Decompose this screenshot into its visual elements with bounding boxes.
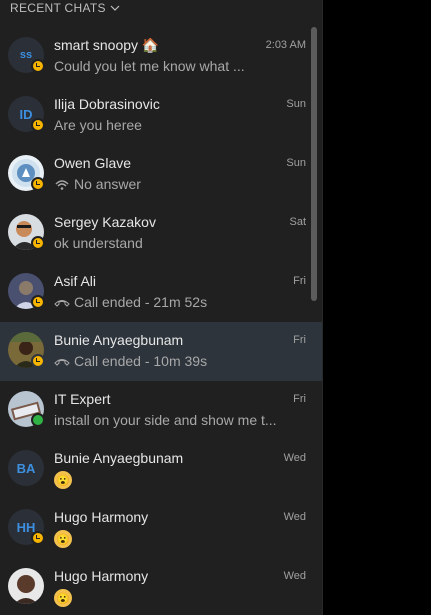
emoji-icon: 😮 xyxy=(54,471,72,489)
avatar xyxy=(8,391,45,427)
chat-preview-text: Are you heree xyxy=(54,117,142,133)
chat-preview: install on your side and show me t... xyxy=(54,412,294,428)
chat-preview: ok understand xyxy=(54,235,294,251)
avatar: BA xyxy=(8,450,44,486)
chat-preview: 😮 xyxy=(54,589,294,607)
chat-time: Wed xyxy=(283,570,306,582)
away-status-icon xyxy=(31,236,45,250)
chat-preview: Call ended - 21m 52s xyxy=(54,294,294,310)
chat-item[interactable]: HH Hugo Harmony Wed 😮 xyxy=(0,499,322,558)
chat-item[interactable]: ss smart snoopy 🏠 2:03 AM Could you let … xyxy=(0,27,322,86)
chat-item[interactable]: BA Bunie Anyaegbunam Wed 😮 xyxy=(0,440,322,499)
avatar xyxy=(8,155,45,191)
away-status-icon xyxy=(31,118,45,132)
chat-name: Ilija Dobrasinovic xyxy=(54,96,160,112)
chat-item-selected[interactable]: Bunie Anyaegbunam Fri Call ended - 10m 3… xyxy=(0,322,322,381)
call-ended-icon xyxy=(54,359,70,366)
chat-preview: 😮 xyxy=(54,530,294,548)
avatar xyxy=(8,332,45,368)
chat-list: ss smart snoopy 🏠 2:03 AM Could you let … xyxy=(0,27,322,615)
chat-item[interactable]: Hugo Harmony Wed 😮 xyxy=(0,558,322,615)
chat-time: Fri xyxy=(293,393,306,405)
avatar-photo xyxy=(8,568,44,604)
chat-preview-text: Call ended - 10m 39s xyxy=(74,353,208,369)
chat-name: IT Expert xyxy=(54,391,111,407)
chat-preview-text: install on your side and show me t... xyxy=(54,412,277,428)
empty-content-area xyxy=(323,0,431,615)
chat-time: Sat xyxy=(289,216,306,228)
away-status-icon xyxy=(31,59,45,73)
recent-chats-title: RECENT CHATS xyxy=(10,1,106,15)
chat-time: 2:03 AM xyxy=(265,39,306,51)
chat-time: Fri xyxy=(293,275,306,287)
chat-name: smart snoopy 🏠 xyxy=(54,37,160,53)
chat-name: Asif Ali xyxy=(54,273,97,289)
chat-time: Sun xyxy=(286,98,306,110)
chat-name: Bunie Anyaegbunam xyxy=(54,332,184,348)
chevron-down-icon xyxy=(110,5,120,11)
chat-item[interactable]: Asif Ali Fri Call ended - 21m 52s xyxy=(0,263,322,322)
avatar xyxy=(8,273,45,309)
chat-preview: Could you let me know what ... xyxy=(54,58,294,74)
call-ended-icon xyxy=(54,300,70,307)
chat-item[interactable]: Owen Glave Sun No answer xyxy=(0,145,322,204)
chat-name: Hugo Harmony xyxy=(54,509,149,525)
chat-preview: Are you heree xyxy=(54,117,294,133)
avatar: ss xyxy=(8,37,45,73)
recent-chats-header[interactable]: RECENT CHATS xyxy=(10,0,120,16)
chat-time: Fri xyxy=(293,334,306,346)
chat-preview-text: Call ended - 21m 52s xyxy=(74,294,208,310)
away-status-icon xyxy=(31,177,45,191)
chat-item[interactable]: IT Expert Fri install on your side and s… xyxy=(0,381,322,440)
away-status-icon xyxy=(31,354,45,368)
chat-preview-text: No answer xyxy=(74,176,141,192)
chat-time: Wed xyxy=(283,511,306,523)
chat-name: Owen Glave xyxy=(54,155,132,171)
avatar: ID xyxy=(8,96,45,132)
chat-item[interactable]: Sergey Kazakov Sat ok understand xyxy=(0,204,322,263)
avatar-initials: BA xyxy=(8,450,44,486)
missed-call-icon xyxy=(55,180,69,190)
away-status-icon xyxy=(31,295,45,309)
avatar: HH xyxy=(8,509,45,545)
online-status-icon xyxy=(31,413,45,427)
chat-name: Sergey Kazakov xyxy=(54,214,156,230)
chat-time: Wed xyxy=(283,452,306,464)
chat-preview: 😮 xyxy=(54,471,294,489)
chat-preview: Call ended - 10m 39s xyxy=(54,353,294,369)
away-status-icon xyxy=(31,531,45,545)
chat-name: Bunie Anyaegbunam xyxy=(54,450,184,466)
avatar xyxy=(8,568,44,604)
chat-time: Sun xyxy=(286,157,306,169)
emoji-icon: 😮 xyxy=(54,530,72,548)
emoji-icon: 😮 xyxy=(54,589,72,607)
chat-preview-text: ok understand xyxy=(54,235,143,251)
chat-preview: No answer xyxy=(54,176,294,192)
recent-chats-panel: RECENT CHATS ss smart snoopy 🏠 2:03 AM C… xyxy=(0,0,323,615)
chat-preview-text: Could you let me know what ... xyxy=(54,58,245,74)
chat-name: Hugo Harmony xyxy=(54,568,149,584)
avatar xyxy=(8,214,45,250)
scrollbar-thumb[interactable] xyxy=(311,27,317,301)
chat-item[interactable]: ID Ilija Dobrasinovic Sun Are you heree xyxy=(0,86,322,145)
